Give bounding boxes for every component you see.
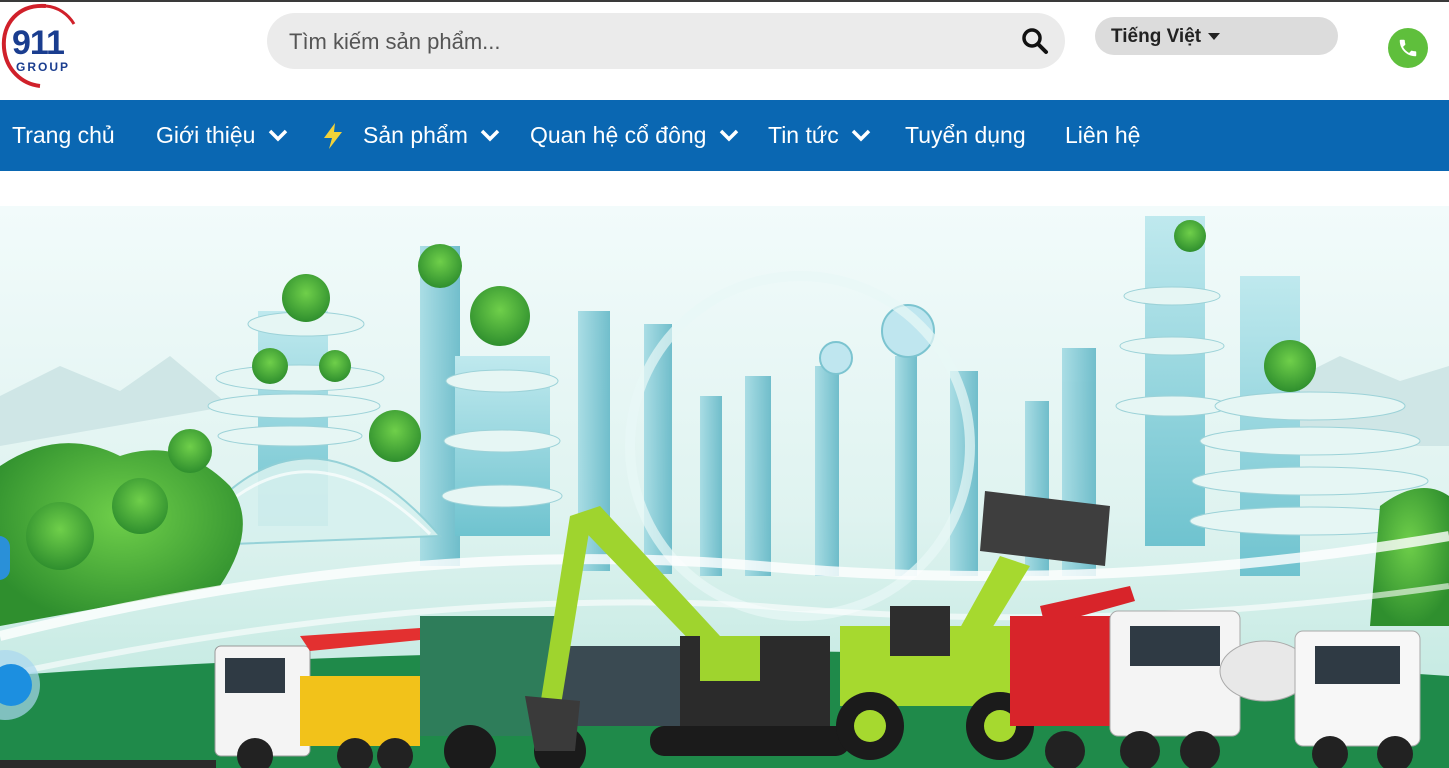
chevron-down-icon [719, 129, 739, 142]
hero-banner[interactable] [0, 206, 1449, 768]
language-label: Tiếng Việt [1111, 26, 1202, 47]
nav-item-lien-he[interactable]: Liên hệ [1065, 100, 1140, 171]
phone-button[interactable] [1388, 28, 1428, 68]
lightning-icon [324, 123, 342, 149]
main-nav: Trang chủ Giới thiệu Sản phẩm Quan hệ cổ… [0, 100, 1449, 171]
caret-down-icon [1208, 33, 1220, 40]
nav-item-gioi-thieu[interactable]: Giới thiệu [156, 100, 288, 171]
nav-item-quan-he-co-dong[interactable]: Quan hệ cổ đông [530, 100, 739, 171]
search-input[interactable] [287, 13, 1011, 71]
chat-icon [0, 664, 32, 706]
chevron-down-icon [851, 129, 871, 142]
chevron-down-icon [481, 129, 500, 142]
carousel-prev-button[interactable] [0, 536, 10, 580]
logo-text: GROUP [16, 60, 71, 74]
logo-number: 911 [12, 24, 65, 62]
search-icon[interactable] [1021, 27, 1049, 55]
phone-icon [1399, 39, 1417, 57]
nav-item-label: Tuyển dụng [905, 122, 1026, 148]
nav-item-label: Quan hệ cổ đông [530, 122, 707, 148]
nav-item-trang-chu[interactable]: Trang chủ [12, 100, 115, 171]
nav-item-tuyen-dung[interactable]: Tuyển dụng [905, 100, 1026, 171]
nav-item-label: Giới thiệu [156, 122, 256, 148]
nav-item-san-pham[interactable]: Sản phẩm [363, 100, 500, 171]
logo-911-group[interactable]: 911 GROUP [0, 2, 90, 88]
language-selector[interactable]: Tiếng Việt [1095, 17, 1338, 55]
search-bar [267, 13, 1065, 71]
nav-item-label: Tin tức [768, 122, 839, 148]
nav-item-tin-tuc[interactable]: Tin tức [768, 100, 871, 171]
top-border [0, 0, 1449, 2]
nav-item-label: Trang chủ [12, 122, 115, 148]
chevron-down-icon [268, 129, 288, 142]
nav-item-label: Sản phẩm [363, 122, 468, 148]
bottom-toolbar-strip [0, 760, 216, 768]
hero-image [0, 206, 1449, 768]
nav-item-label: Liên hệ [1065, 122, 1141, 148]
